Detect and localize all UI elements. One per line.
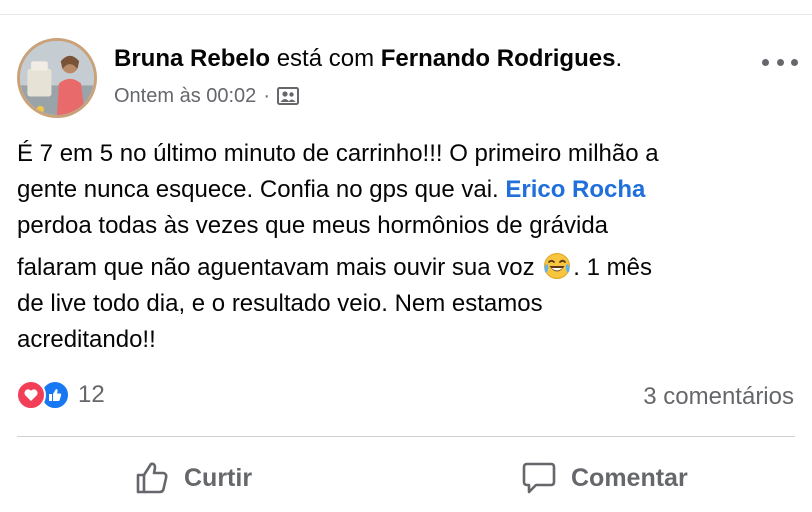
post-line: gente nunca esquece. Confia no gps que v… [17, 172, 807, 208]
reaction-summary[interactable]: 12 [16, 380, 105, 410]
top-divider [0, 14, 812, 15]
tagged-mention[interactable]: Erico Rocha [505, 176, 645, 203]
post-line: acreditando!! [17, 326, 156, 353]
meta-separator: · [263, 85, 270, 107]
more-dot [762, 58, 769, 66]
post-line: perdoa todas às vezes que meus hormônios… [17, 212, 609, 239]
post-line-text: falaram que não aguentavam mais ouvir su… [17, 254, 542, 281]
comments-count[interactable]: 3 comentários [643, 383, 794, 411]
with-text: está com [270, 45, 381, 72]
reaction-count: 12 [78, 381, 105, 408]
post-timestamp[interactable]: Ontem às 00:02 [114, 84, 256, 108]
face-with-tears-of-joy-icon [543, 252, 571, 280]
post-line: É 7 em 5 no último minuto de carrinho!!!… [17, 140, 659, 167]
thumbs-up-icon [136, 462, 168, 494]
post-line-text: gente nunca esquece. Confia no gps que v… [17, 176, 506, 203]
comment-button-label: Comentar [571, 463, 688, 492]
comment-bubble-icon [522, 462, 556, 494]
avatar-photo [20, 41, 94, 115]
like-button[interactable]: Curtir [134, 458, 252, 498]
love-reaction-icon [16, 380, 46, 410]
title-period: . [615, 45, 623, 72]
more-dot [791, 58, 798, 66]
post-body: É 7 em 5 no último minuto de carrinho!!!… [17, 136, 807, 358]
post-line-text: . 1 mês [573, 254, 652, 281]
avatar[interactable] [17, 38, 97, 118]
author-name[interactable]: Bruna Rebelo [114, 45, 270, 72]
tagged-person[interactable]: Fernando Rodrigues [381, 45, 616, 72]
post-line: falaram que não aguentavam mais ouvir su… [17, 250, 807, 286]
post-line: de live todo dia, e o resultado veio. Ne… [17, 290, 543, 317]
post-meta: Ontem às 00:02 · [114, 84, 299, 108]
friends-except-icon[interactable] [276, 86, 299, 106]
actions-divider [17, 436, 795, 437]
more-options-icon[interactable] [762, 52, 798, 72]
like-button-label: Curtir [184, 463, 253, 492]
post-header-title: Bruna Rebelo está com Fernando Rodrigues… [114, 45, 622, 73]
more-dot [776, 58, 784, 66]
comment-button[interactable]: Comentar [521, 458, 688, 498]
